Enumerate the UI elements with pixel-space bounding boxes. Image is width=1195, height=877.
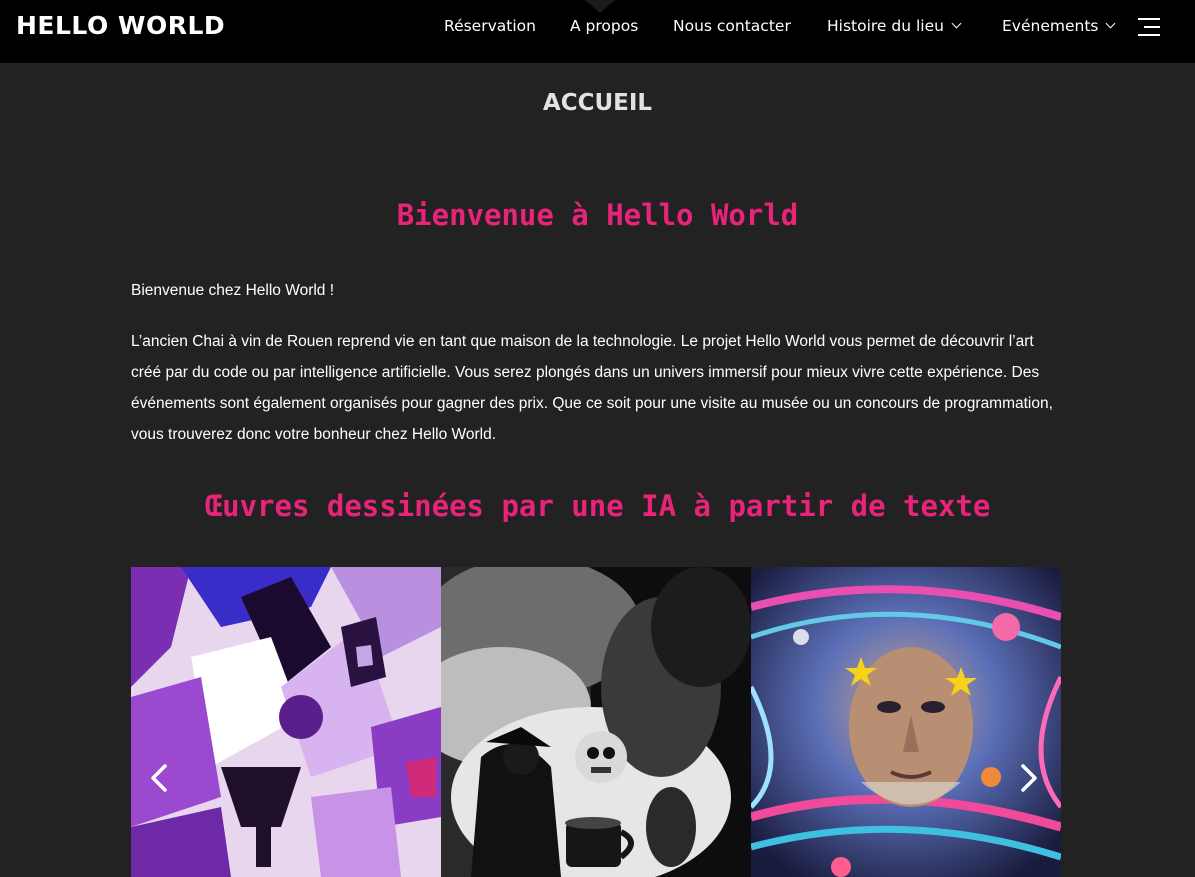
intro-text: Bienvenue chez Hello World ! <box>131 282 335 299</box>
nav-item-evenements[interactable]: Evénements <box>1002 17 1116 35</box>
dark-fantasy-image <box>441 567 751 877</box>
cosmic-face-image <box>751 567 1061 877</box>
chevron-left-icon[interactable] <box>149 763 169 793</box>
nav-item-label: Histoire du lieu <box>827 17 944 35</box>
gallery-image-purple-abstract[interactable] <box>131 567 441 877</box>
nav-item-reservation[interactable]: Réservation <box>444 17 536 35</box>
gallery-image-cosmic-face[interactable] <box>751 567 1061 877</box>
chevron-right-icon[interactable] <box>1019 763 1039 793</box>
gallery-image-dark-fantasy[interactable] <box>441 567 751 877</box>
page-title: ACCUEIL <box>542 90 653 116</box>
nav-item-a-propos[interactable]: A propos <box>570 17 638 35</box>
chevron-down-icon <box>951 18 962 29</box>
nav-item-nous-contacter[interactable]: Nous contacter <box>673 17 791 35</box>
hamburger-menu-icon[interactable] <box>1138 18 1160 36</box>
description-text: L’ancien Chai à vin de Rouen reprend vie… <box>131 333 1053 443</box>
site-logo[interactable]: HELLO WORLD <box>16 11 225 40</box>
purple-abstract-image <box>131 567 441 877</box>
artwork-carousel[interactable] <box>131 567 1061 877</box>
nav-item-label: Nous contacter <box>673 17 791 35</box>
nav-item-histoire-du-lieu[interactable]: Histoire du lieu <box>827 17 962 35</box>
nav-item-label: Evénements <box>1002 17 1099 35</box>
nav-item-label: Réservation <box>444 17 536 35</box>
welcome-heading: Bienvenue à Hello World <box>396 198 799 232</box>
site-header: HELLO WORLD Réservation A propos Nous co… <box>0 0 1195 63</box>
gallery-heading: Œuvres dessinées par une IA à partir de … <box>204 489 991 523</box>
nav-item-label: A propos <box>570 17 639 35</box>
chevron-down-icon <box>1106 18 1116 29</box>
active-nav-indicator <box>585 0 615 13</box>
